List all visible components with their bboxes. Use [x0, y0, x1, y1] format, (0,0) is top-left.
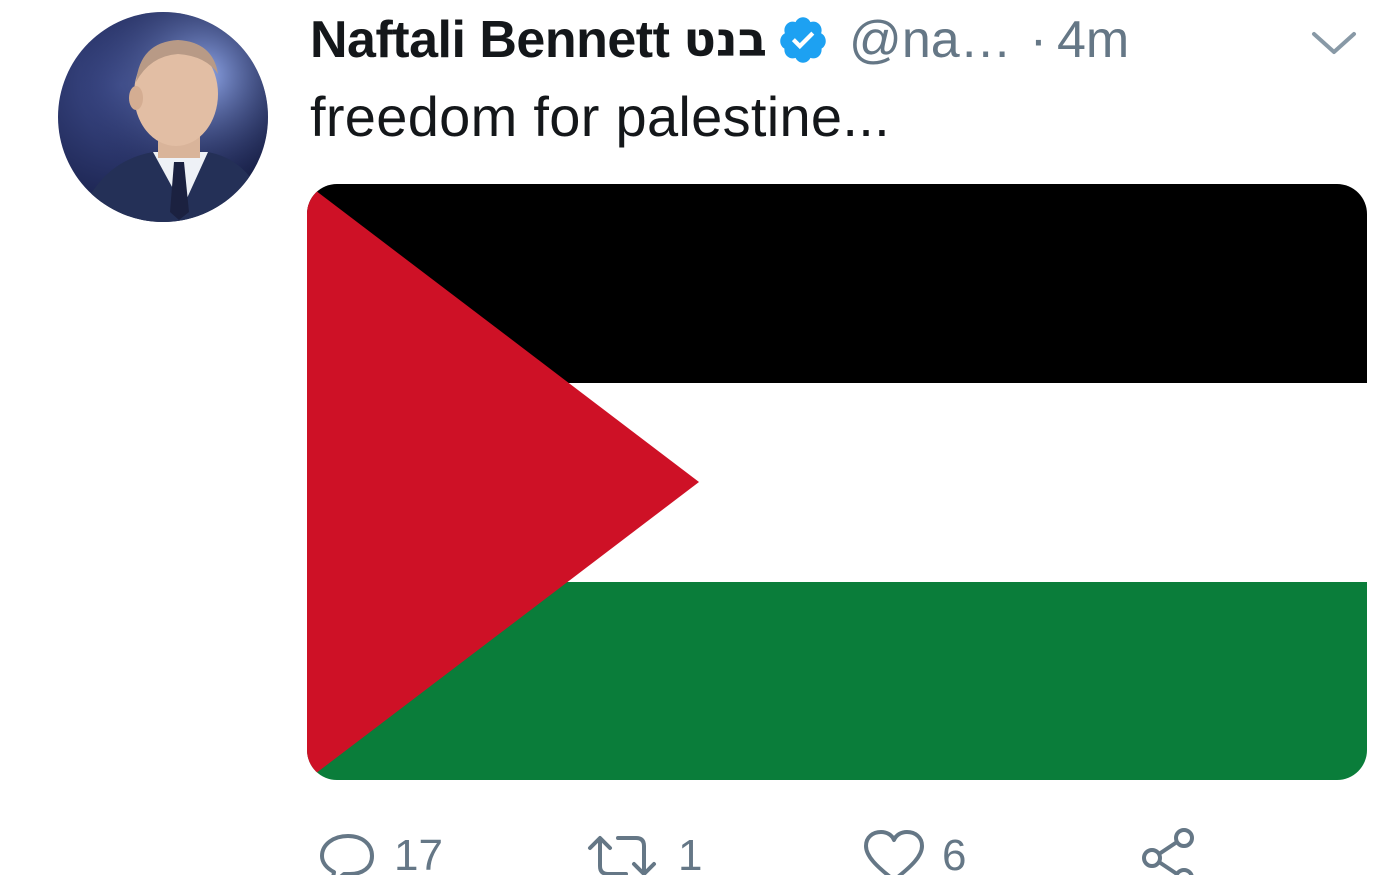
retweet-icon	[588, 836, 656, 875]
tweet[interactable]: Naftali Bennett בנט @na… · 4m freedom fo…	[0, 0, 1400, 875]
reply-count: 17	[394, 831, 443, 875]
verified-badge-icon	[780, 17, 826, 63]
chevron-down-icon[interactable]	[1306, 28, 1362, 58]
like-count: 6	[942, 831, 967, 875]
heart-icon	[864, 830, 924, 875]
like-button[interactable]: 6	[862, 826, 966, 875]
palestinian-flag-image	[307, 184, 1367, 780]
author-avatar[interactable]	[58, 12, 268, 222]
reply-button[interactable]: 17	[318, 826, 443, 875]
tweet-timestamp[interactable]: 4m	[1057, 10, 1129, 70]
separator-dot: ·	[1029, 11, 1048, 69]
retweet-count: 1	[678, 831, 703, 875]
share-button[interactable]	[1138, 826, 1218, 875]
tweet-actions: 17 1 6	[0, 826, 1400, 875]
tweet-text: freedom for palestine...	[310, 85, 890, 148]
share-icon	[1142, 828, 1194, 875]
retweet-button[interactable]: 1	[582, 826, 702, 875]
author-handle[interactable]: @na…	[849, 10, 1012, 70]
reply-icon	[320, 834, 374, 875]
tweet-media-image[interactable]	[307, 184, 1367, 780]
author-display-name[interactable]: Naftali Bennett	[310, 10, 670, 70]
tweet-header: Naftali Bennett בנט @na… · 4m	[310, 8, 1129, 72]
author-hebrew-name[interactable]: בנט	[683, 12, 767, 68]
